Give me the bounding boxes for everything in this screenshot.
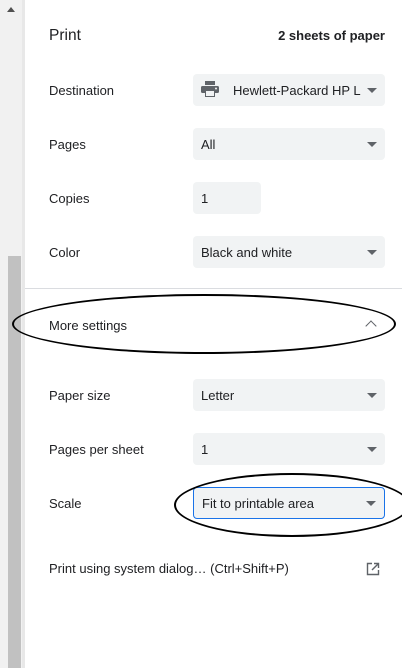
pages-select[interactable]: All <box>193 128 385 160</box>
paper-size-select[interactable]: Letter <box>193 379 385 411</box>
paper-size-label: Paper size <box>49 388 111 403</box>
color-label: Color <box>49 245 81 260</box>
pages-per-sheet-value: 1 <box>201 441 209 457</box>
destination-value: Hewlett-Packard HP La <box>233 82 361 98</box>
scrollbar[interactable] <box>0 0 22 668</box>
chevron-down-icon <box>367 392 377 398</box>
copies-label: Copies <box>49 191 90 206</box>
sheet-count: 2 sheets of paper <box>278 28 385 43</box>
printer-icon <box>201 80 225 100</box>
color-select[interactable]: Black and white <box>193 236 385 268</box>
destination-label: Destination <box>49 83 115 98</box>
color-value: Black and white <box>201 244 293 260</box>
more-settings-toggle[interactable]: More settings <box>49 318 127 333</box>
panel-divider <box>22 0 25 668</box>
pages-label: Pages <box>49 137 86 152</box>
pages-per-sheet-select[interactable]: 1 <box>193 433 385 465</box>
chevron-down-icon <box>367 446 377 452</box>
copies-input[interactable]: 1 <box>193 182 261 214</box>
chevron-down-icon <box>366 500 376 506</box>
chevron-down-icon <box>367 87 377 93</box>
chevron-down-icon <box>367 249 377 255</box>
open-in-new-icon[interactable] <box>366 562 380 581</box>
chevron-down-icon <box>367 141 377 147</box>
destination-select[interactable]: Hewlett-Packard HP La <box>193 74 385 106</box>
scale-select[interactable]: Fit to printable area <box>193 487 385 519</box>
pages-per-sheet-label: Pages per sheet <box>49 442 144 457</box>
system-dialog-link[interactable]: Print using system dialog… (Ctrl+Shift+P… <box>49 561 289 576</box>
pages-value: All <box>201 136 216 152</box>
scale-value: Fit to printable area <box>202 495 315 511</box>
page-title: Print <box>49 27 81 44</box>
scale-label: Scale <box>49 496 82 511</box>
scrollbar-thumb[interactable] <box>8 256 21 668</box>
copies-value: 1 <box>201 190 209 206</box>
paper-size-value: Letter <box>201 387 235 403</box>
chevron-up-icon[interactable] <box>365 320 377 332</box>
section-divider <box>25 288 402 289</box>
scroll-up-arrow-icon[interactable] <box>7 7 15 12</box>
